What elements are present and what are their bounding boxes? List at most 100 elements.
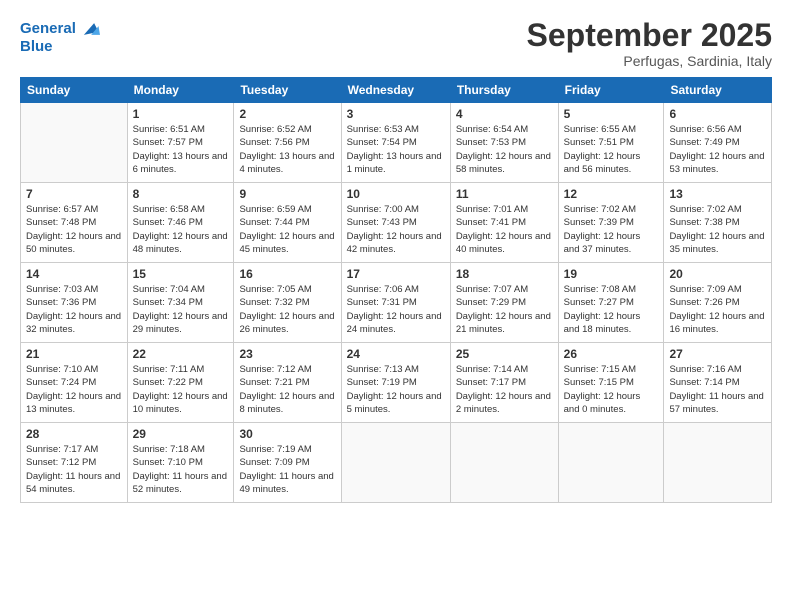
day-header-friday: Friday bbox=[558, 78, 664, 103]
calendar-cell: 22 Sunrise: 7:11 AMSunset: 7:22 PMDayligh… bbox=[127, 343, 234, 423]
calendar-cell: 20 Sunrise: 7:09 AMSunset: 7:26 PMDayligh… bbox=[664, 263, 772, 343]
calendar-cell: 18 Sunrise: 7:07 AMSunset: 7:29 PMDayligh… bbox=[450, 263, 558, 343]
day-header-saturday: Saturday bbox=[664, 78, 772, 103]
day-number: 4 bbox=[456, 107, 553, 121]
day-number: 13 bbox=[669, 187, 766, 201]
day-info: Sunrise: 7:18 AMSunset: 7:10 PMDaylight:… bbox=[133, 443, 229, 496]
day-info: Sunrise: 7:06 AMSunset: 7:31 PMDaylight:… bbox=[347, 283, 445, 336]
header: General Blue September 2025 Perfugas, Sa… bbox=[20, 18, 772, 69]
day-info: Sunrise: 7:12 AMSunset: 7:21 PMDaylight:… bbox=[239, 363, 335, 416]
day-info: Sunrise: 6:54 AMSunset: 7:53 PMDaylight:… bbox=[456, 123, 553, 176]
day-number: 2 bbox=[239, 107, 335, 121]
calendar-cell: 4 Sunrise: 6:54 AMSunset: 7:53 PMDaylight… bbox=[450, 103, 558, 183]
day-info: Sunrise: 7:11 AMSunset: 7:22 PMDaylight:… bbox=[133, 363, 229, 416]
day-info: Sunrise: 6:58 AMSunset: 7:46 PMDaylight:… bbox=[133, 203, 229, 256]
calendar-cell: 12 Sunrise: 7:02 AMSunset: 7:39 PMDayligh… bbox=[558, 183, 664, 263]
calendar-cell: 21 Sunrise: 7:10 AMSunset: 7:24 PMDayligh… bbox=[21, 343, 128, 423]
day-info: Sunrise: 6:51 AMSunset: 7:57 PMDaylight:… bbox=[133, 123, 229, 176]
calendar-cell: 6 Sunrise: 6:56 AMSunset: 7:49 PMDaylight… bbox=[664, 103, 772, 183]
day-info: Sunrise: 6:56 AMSunset: 7:49 PMDaylight:… bbox=[669, 123, 766, 176]
day-number: 11 bbox=[456, 187, 553, 201]
logo-blue: Blue bbox=[20, 38, 100, 55]
day-header-monday: Monday bbox=[127, 78, 234, 103]
day-info: Sunrise: 7:19 AMSunset: 7:09 PMDaylight:… bbox=[239, 443, 335, 496]
calendar-cell: 9Sunrise: 6:59 AMSunset: 7:44 PMDaylight… bbox=[234, 183, 341, 263]
calendar-cell bbox=[558, 423, 664, 503]
calendar-week-row: 1 Sunrise: 6:51 AMSunset: 7:57 PMDaylight… bbox=[21, 103, 772, 183]
day-info: Sunrise: 7:08 AMSunset: 7:27 PMDaylight:… bbox=[564, 283, 659, 336]
calendar-week-row: 28Sunrise: 7:17 AMSunset: 7:12 PMDayligh… bbox=[21, 423, 772, 503]
day-number: 30 bbox=[239, 427, 335, 441]
day-number: 24 bbox=[347, 347, 445, 361]
calendar-cell: 15 Sunrise: 7:04 AMSunset: 7:34 PMDayligh… bbox=[127, 263, 234, 343]
day-number: 22 bbox=[133, 347, 229, 361]
calendar-cell: 3Sunrise: 6:53 AMSunset: 7:54 PMDaylight… bbox=[341, 103, 450, 183]
day-number: 7 bbox=[26, 187, 122, 201]
day-number: 6 bbox=[669, 107, 766, 121]
day-info: Sunrise: 7:07 AMSunset: 7:29 PMDaylight:… bbox=[456, 283, 553, 336]
calendar-cell: 28Sunrise: 7:17 AMSunset: 7:12 PMDayligh… bbox=[21, 423, 128, 503]
day-number: 21 bbox=[26, 347, 122, 361]
day-number: 20 bbox=[669, 267, 766, 281]
title-block: September 2025 Perfugas, Sardinia, Italy bbox=[527, 18, 772, 69]
day-info: Sunrise: 7:02 AMSunset: 7:39 PMDaylight:… bbox=[564, 203, 659, 256]
day-header-thursday: Thursday bbox=[450, 78, 558, 103]
calendar-cell: 11 Sunrise: 7:01 AMSunset: 7:41 PMDayligh… bbox=[450, 183, 558, 263]
day-info: Sunrise: 7:15 AMSunset: 7:15 PMDaylight:… bbox=[564, 363, 659, 416]
day-info: Sunrise: 7:13 AMSunset: 7:19 PMDaylight:… bbox=[347, 363, 445, 416]
day-number: 1 bbox=[133, 107, 229, 121]
day-number: 15 bbox=[133, 267, 229, 281]
calendar-cell: 17 Sunrise: 7:06 AMSunset: 7:31 PMDayligh… bbox=[341, 263, 450, 343]
calendar-cell: 1 Sunrise: 6:51 AMSunset: 7:57 PMDaylight… bbox=[127, 103, 234, 183]
day-header-wednesday: Wednesday bbox=[341, 78, 450, 103]
calendar-week-row: 21 Sunrise: 7:10 AMSunset: 7:24 PMDayligh… bbox=[21, 343, 772, 423]
page: General Blue September 2025 Perfugas, Sa… bbox=[0, 0, 792, 612]
day-number: 29 bbox=[133, 427, 229, 441]
day-number: 5 bbox=[564, 107, 659, 121]
day-info: Sunrise: 7:05 AMSunset: 7:32 PMDaylight:… bbox=[239, 283, 335, 336]
day-info: Sunrise: 7:01 AMSunset: 7:41 PMDaylight:… bbox=[456, 203, 553, 256]
calendar-cell: 19 Sunrise: 7:08 AMSunset: 7:27 PMDayligh… bbox=[558, 263, 664, 343]
day-info: Sunrise: 7:10 AMSunset: 7:24 PMDaylight:… bbox=[26, 363, 122, 416]
calendar-cell: 30 Sunrise: 7:19 AMSunset: 7:09 PMDayligh… bbox=[234, 423, 341, 503]
day-number: 3 bbox=[347, 107, 445, 121]
day-info: Sunrise: 7:04 AMSunset: 7:34 PMDaylight:… bbox=[133, 283, 229, 336]
calendar-table: SundayMondayTuesdayWednesdayThursdayFrid… bbox=[20, 77, 772, 503]
day-info: Sunrise: 7:00 AMSunset: 7:43 PMDaylight:… bbox=[347, 203, 445, 256]
calendar-cell: 10Sunrise: 7:00 AMSunset: 7:43 PMDayligh… bbox=[341, 183, 450, 263]
day-info: Sunrise: 7:02 AMSunset: 7:38 PMDaylight:… bbox=[669, 203, 766, 256]
day-info: Sunrise: 6:57 AMSunset: 7:48 PMDaylight:… bbox=[26, 203, 122, 256]
calendar-header-row: SundayMondayTuesdayWednesdayThursdayFrid… bbox=[21, 78, 772, 103]
day-number: 16 bbox=[239, 267, 335, 281]
day-info: Sunrise: 7:16 AMSunset: 7:14 PMDaylight:… bbox=[669, 363, 766, 416]
day-number: 26 bbox=[564, 347, 659, 361]
calendar-cell: 13 Sunrise: 7:02 AMSunset: 7:38 PMDayligh… bbox=[664, 183, 772, 263]
calendar-cell: 23 Sunrise: 7:12 AMSunset: 7:21 PMDayligh… bbox=[234, 343, 341, 423]
day-number: 27 bbox=[669, 347, 766, 361]
location: Perfugas, Sardinia, Italy bbox=[527, 53, 772, 69]
day-info: Sunrise: 7:03 AMSunset: 7:36 PMDaylight:… bbox=[26, 283, 122, 336]
calendar-cell: 7 Sunrise: 6:57 AMSunset: 7:48 PMDaylight… bbox=[21, 183, 128, 263]
day-number: 17 bbox=[347, 267, 445, 281]
calendar-cell: 14 Sunrise: 7:03 AMSunset: 7:36 PMDayligh… bbox=[21, 263, 128, 343]
calendar-cell: 29 Sunrise: 7:18 AMSunset: 7:10 PMDayligh… bbox=[127, 423, 234, 503]
day-number: 14 bbox=[26, 267, 122, 281]
calendar-cell: 16 Sunrise: 7:05 AMSunset: 7:32 PMDayligh… bbox=[234, 263, 341, 343]
month-title: September 2025 bbox=[527, 18, 772, 53]
day-info: Sunrise: 7:09 AMSunset: 7:26 PMDaylight:… bbox=[669, 283, 766, 336]
calendar-cell bbox=[341, 423, 450, 503]
day-number: 19 bbox=[564, 267, 659, 281]
day-info: Sunrise: 6:55 AMSunset: 7:51 PMDaylight:… bbox=[564, 123, 659, 176]
calendar-cell: 27 Sunrise: 7:16 AMSunset: 7:14 PMDayligh… bbox=[664, 343, 772, 423]
calendar-week-row: 14 Sunrise: 7:03 AMSunset: 7:36 PMDayligh… bbox=[21, 263, 772, 343]
day-number: 23 bbox=[239, 347, 335, 361]
day-info: Sunrise: 7:14 AMSunset: 7:17 PMDaylight:… bbox=[456, 363, 553, 416]
calendar-cell: 5 Sunrise: 6:55 AMSunset: 7:51 PMDaylight… bbox=[558, 103, 664, 183]
day-number: 12 bbox=[564, 187, 659, 201]
calendar-week-row: 7 Sunrise: 6:57 AMSunset: 7:48 PMDaylight… bbox=[21, 183, 772, 263]
day-number: 28 bbox=[26, 427, 122, 441]
logo-icon bbox=[78, 18, 100, 40]
calendar-cell bbox=[664, 423, 772, 503]
day-header-sunday: Sunday bbox=[21, 78, 128, 103]
day-number: 18 bbox=[456, 267, 553, 281]
